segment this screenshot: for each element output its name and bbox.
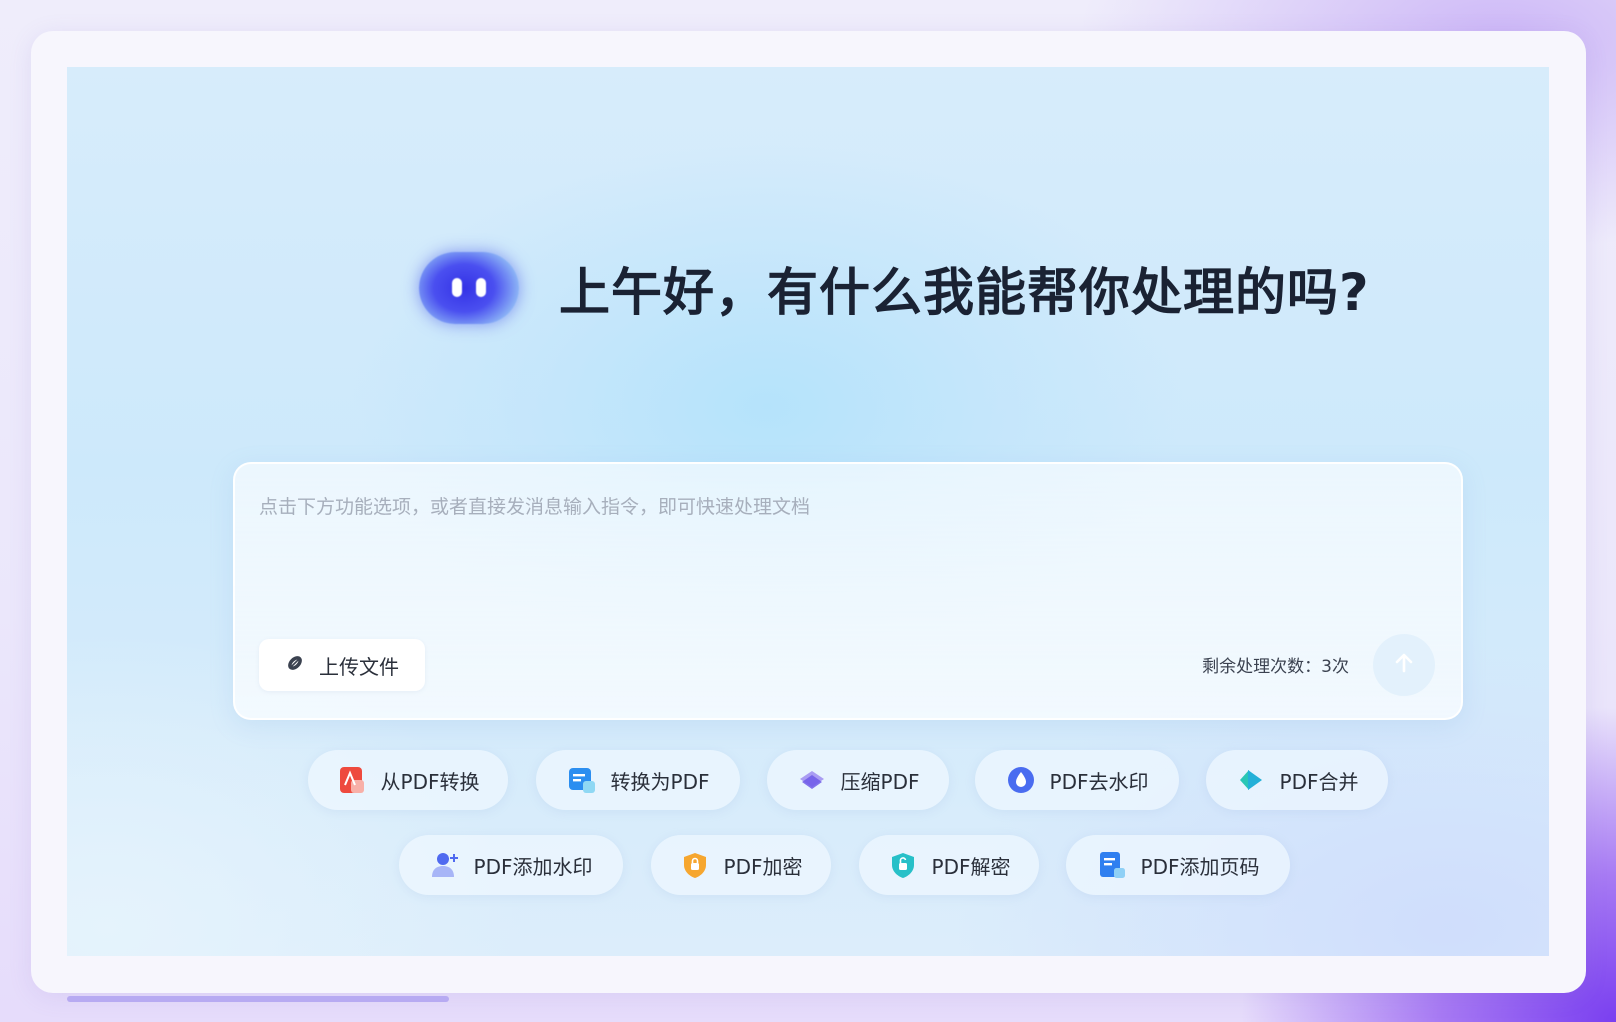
feature-chip-convert-to-pdf[interactable]: 转换为PDF <box>536 750 740 810</box>
feature-chip-label: PDF解密 <box>931 854 1011 879</box>
feature-chip-label: PDF加密 <box>723 854 803 879</box>
feature-chip-encrypt[interactable]: PDF加密 <box>651 835 831 895</box>
message-input-box[interactable]: 点击下方功能选项，或者直接发消息输入指令，即可快速处理文档 上传文件 剩余处理次… <box>233 462 1463 720</box>
send-button[interactable] <box>1373 634 1435 696</box>
upload-file-button[interactable]: 上传文件 <box>259 639 425 691</box>
bot-eye-right <box>476 278 486 297</box>
feature-chip-decrypt[interactable]: PDF解密 <box>859 835 1039 895</box>
add-page-number-icon <box>1097 850 1127 880</box>
add-watermark-icon <box>430 850 460 880</box>
bot-avatar-icon <box>419 252 519 324</box>
message-input[interactable]: 点击下方功能选项，或者直接发消息输入指令，即可快速处理文档 <box>259 492 810 519</box>
paperclip-icon <box>285 653 305 677</box>
feature-chip-label: 压缩PDF <box>840 769 920 794</box>
remaining-quota: 剩余处理次数：3次 <box>1202 657 1349 677</box>
greeting-title: 上午好，有什么我能帮你处理的吗? <box>559 264 1370 323</box>
feature-chip-label: PDF合并 <box>1279 769 1359 794</box>
arrow-up-icon <box>1391 650 1417 680</box>
feature-chip-remove-watermark[interactable]: PDF去水印 <box>975 750 1179 810</box>
feature-chip-pdf-convert-from[interactable]: 从PDF转换 <box>308 750 508 810</box>
feature-chip-add-watermark[interactable]: PDF添加水印 <box>399 835 623 895</box>
feature-chip-label: 从PDF转换 <box>380 769 480 794</box>
feature-chip-merge[interactable]: PDF合并 <box>1206 750 1388 810</box>
compress-icon <box>797 765 827 795</box>
app-window: 上午好，有什么我能帮你处理的吗? 点击下方功能选项，或者直接发消息输入指令，即可… <box>31 31 1586 993</box>
greeting: 上午好，有什么我能帮你处理的吗? <box>419 251 1370 325</box>
feature-chip-label: PDF添加页码 <box>1140 854 1260 879</box>
bot-eye-left <box>452 278 462 297</box>
feature-chip-label: PDF去水印 <box>1049 769 1149 794</box>
feature-chip-label: PDF添加水印 <box>473 854 593 879</box>
encrypt-icon <box>680 850 710 880</box>
upload-file-label: 上传文件 <box>319 654 399 679</box>
convert-to-pdf-icon <box>567 765 597 795</box>
decrypt-icon <box>888 850 918 880</box>
merge-icon <box>1236 765 1266 795</box>
pdf-convert-from-icon <box>337 765 367 795</box>
feature-chip-add-page-number[interactable]: PDF添加页码 <box>1066 835 1290 895</box>
feature-chip-compress[interactable]: 压缩PDF <box>767 750 949 810</box>
remove-watermark-icon <box>1006 765 1036 795</box>
scroll-indicator <box>67 996 449 1002</box>
feature-chip-label: 转换为PDF <box>610 769 710 794</box>
main-panel: 上午好，有什么我能帮你处理的吗? 点击下方功能选项，或者直接发消息输入指令，即可… <box>67 67 1549 956</box>
